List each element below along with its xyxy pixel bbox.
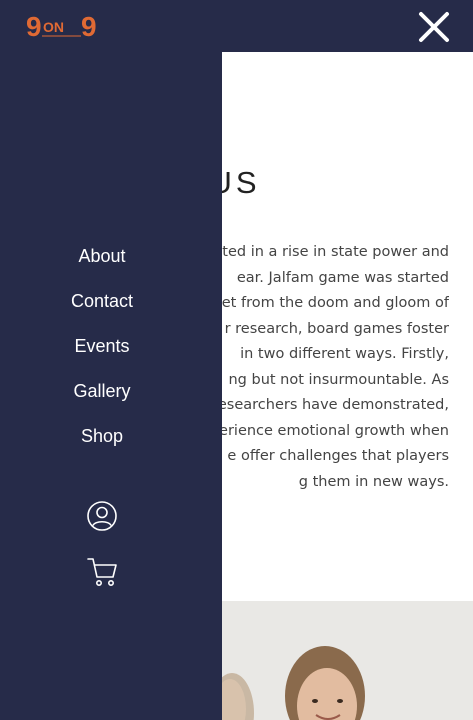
menu-link-events[interactable]: Events [74,336,129,357]
svg-text:9: 9 [26,11,42,42]
menu-link-contact[interactable]: Contact [71,291,133,312]
header-bar: 9 ON 9 [0,0,473,52]
shopping-cart-icon [87,558,117,586]
user-circle-icon [87,501,117,531]
menu-link-shop[interactable]: Shop [81,426,123,447]
account-button[interactable] [86,500,118,532]
menu-item-about: About [0,234,204,279]
site-logo[interactable]: 9 ON 9 [26,6,106,46]
nav-menu: About Contact Events Gallery Shop [0,234,204,459]
cart-button[interactable] [86,556,118,588]
menu-item-events: Events [0,324,204,369]
svg-text:9: 9 [81,11,97,42]
menu-link-gallery[interactable]: Gallery [73,381,130,402]
logo-mark: 9 ON 9 [26,11,97,42]
menu-item-shop: Shop [0,414,204,459]
menu-item-contact: Contact [0,279,204,324]
menu-item-gallery: Gallery [0,369,204,414]
svg-text:ON: ON [43,19,64,35]
close-menu-button[interactable] [417,10,451,44]
close-icon [419,12,449,42]
nav-drawer: About Contact Events Gallery Shop [0,52,222,720]
menu-link-about[interactable]: About [78,246,125,267]
